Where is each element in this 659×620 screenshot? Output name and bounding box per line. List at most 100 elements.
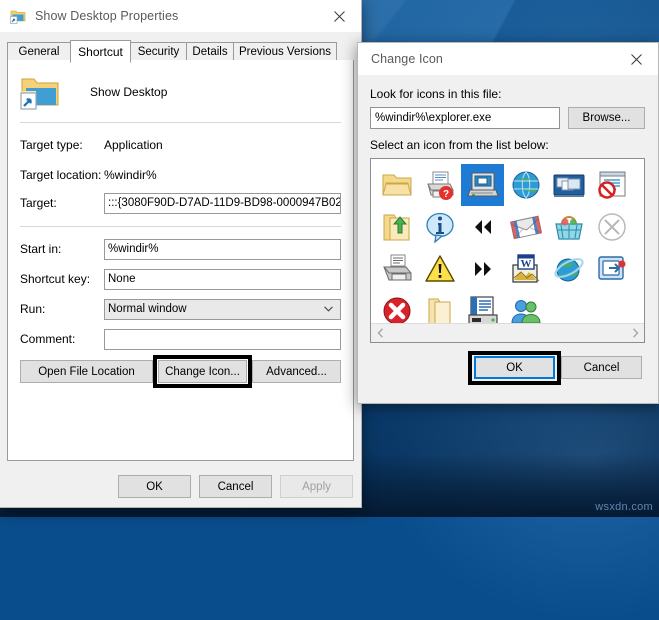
field-shortcut-key[interactable]: Shortcut key: None	[20, 268, 341, 290]
field-value: Application	[104, 138, 163, 152]
back-double-chevron-icon	[474, 220, 491, 234]
network-screens-icon	[553, 174, 584, 197]
tab-label: Shortcut	[78, 44, 123, 59]
icon-cell-printer-icon[interactable]	[375, 248, 418, 290]
open-file-location-button[interactable]: Open File Location	[20, 360, 153, 383]
divider	[20, 226, 341, 227]
computer-icon	[466, 172, 499, 197]
start-in-input[interactable]: %windir%	[104, 238, 341, 260]
change-icon-cancel-button[interactable]: Cancel	[561, 356, 642, 379]
log-off-icon	[597, 256, 625, 280]
svg-text:?: ?	[442, 189, 448, 200]
button-label: Advanced...	[266, 365, 327, 378]
field-start-in[interactable]: Start in: %windir%	[20, 238, 341, 260]
icon-cell-warning-triangle-icon[interactable]	[418, 248, 461, 290]
change-icon-button[interactable]: Change Icon...	[158, 360, 247, 383]
tab-shortcut[interactable]: Shortcut	[70, 40, 131, 63]
field-label: Run:	[20, 302, 46, 316]
properties-window-title: Show Desktop Properties	[35, 9, 179, 23]
icon-cell-delete-circle-icon[interactable]	[590, 206, 633, 248]
field-target-location: Target location: %windir%	[20, 164, 341, 186]
target-input[interactable]: :::{3080F90D-D7AD-11D9-BD98-0000947B0257…	[104, 192, 341, 214]
icon-list-horizontal-scrollbar[interactable]	[371, 323, 644, 342]
delete-circle-icon	[597, 213, 626, 241]
shopping-basket-icon	[554, 216, 583, 240]
browse-button[interactable]: Browse...	[568, 107, 645, 129]
button-label: Browse...	[582, 112, 631, 124]
divider	[20, 122, 341, 123]
svg-text:W: W	[520, 258, 531, 270]
folder-move-icon	[383, 214, 409, 241]
select-an-icon-label: Select an icon from the list below:	[370, 138, 549, 152]
advanced-button[interactable]: Advanced...	[252, 360, 341, 383]
button-label: OK	[146, 480, 163, 493]
shortcut-name-label: Show Desktop	[90, 85, 168, 99]
icon-cell-globe-orbit-icon[interactable]	[547, 248, 590, 290]
field-label: Target:	[20, 196, 57, 210]
icon-grid[interactable]: ? W	[371, 159, 644, 325]
button-label: Open File Location	[38, 365, 135, 378]
icon-cell-folder-open-icon[interactable]	[375, 164, 418, 206]
change-icon-window[interactable]: Change Icon Look for icons in this file:…	[357, 42, 659, 404]
tab-label: General	[18, 45, 60, 58]
comment-input[interactable]	[104, 328, 341, 350]
field-label: Start in:	[20, 242, 62, 256]
tab-general[interactable]: General	[7, 42, 71, 61]
chevron-down-icon[interactable]	[324, 300, 333, 319]
shortcut-tab-panel: Show Desktop Target type: Application Ta…	[7, 60, 354, 461]
window-blocked-icon	[597, 171, 625, 199]
button-label: Apply	[302, 480, 331, 493]
icon-cell-folder-move-icon[interactable]	[375, 206, 418, 248]
chevron-right-icon[interactable]	[626, 324, 644, 342]
icon-cell-globe-internet-icon[interactable]	[504, 164, 547, 206]
icon-cell-shopping-basket-icon[interactable]	[547, 206, 590, 248]
icon-cell-printer-help-icon[interactable]: ?	[418, 164, 461, 206]
properties-ok-button[interactable]: OK	[118, 475, 191, 498]
printer-icon	[382, 254, 411, 281]
shortcut-folder-icon	[10, 8, 26, 24]
mail-envelope-icon	[509, 215, 542, 240]
shortcut-header: Show Desktop	[20, 74, 167, 110]
change-icon-titlebar[interactable]: Change Icon	[358, 43, 658, 75]
icon-cell-window-blocked-icon[interactable]	[590, 164, 633, 206]
icon-cell-information-balloon-icon[interactable]	[418, 206, 461, 248]
tab-previous-versions[interactable]: Previous Versions	[233, 42, 337, 61]
properties-tabstrip[interactable]: General Shortcut Security Details Previo…	[7, 40, 354, 63]
close-icon[interactable]	[317, 0, 361, 32]
icon-cell-back-double-chevron-icon[interactable]	[461, 206, 504, 248]
tab-security[interactable]: Security	[130, 42, 187, 61]
close-icon[interactable]	[614, 43, 658, 75]
folder-open-icon	[381, 174, 412, 196]
change-icon-window-title: Change Icon	[371, 52, 443, 66]
icon-cell-forward-double-chevron-icon[interactable]	[461, 248, 504, 290]
information-balloon-icon	[425, 212, 454, 243]
shortcut-key-input[interactable]: None	[104, 268, 341, 290]
field-label: Comment:	[20, 332, 76, 346]
icon-cell-computer-icon[interactable]	[461, 164, 504, 206]
icon-listbox[interactable]: ? W	[370, 158, 645, 343]
icon-cell-mail-envelope-icon[interactable]	[504, 206, 547, 248]
properties-footer: OK Cancel Apply	[0, 465, 361, 507]
button-label: Cancel	[583, 361, 620, 374]
field-run[interactable]: Run: Normal window	[20, 298, 341, 320]
icon-file-input[interactable]: %windir%\explorer.exe	[370, 107, 560, 129]
field-comment[interactable]: Comment:	[20, 328, 341, 350]
word-document-icon: W	[511, 254, 539, 283]
warning-triangle-icon	[424, 255, 455, 282]
chevron-left-icon[interactable]	[371, 324, 389, 342]
button-label: Change Icon...	[165, 365, 240, 378]
tab-label: Details	[192, 45, 228, 58]
icon-cell-log-off-icon[interactable]	[590, 248, 633, 290]
run-select[interactable]: Normal window	[104, 298, 341, 320]
tab-details[interactable]: Details	[186, 42, 234, 61]
icon-cell-network-screens-icon[interactable]	[547, 164, 590, 206]
properties-titlebar[interactable]: Show Desktop Properties	[0, 0, 361, 32]
change-icon-ok-button[interactable]: OK	[474, 356, 555, 379]
icon-cell-word-document-icon[interactable]: W	[504, 248, 547, 290]
button-label: Cancel	[217, 480, 254, 493]
properties-cancel-button[interactable]: Cancel	[199, 475, 272, 498]
field-target[interactable]: Target: :::{3080F90D-D7AD-11D9-BD98-0000…	[20, 192, 341, 214]
look-for-icons-label: Look for icons in this file:	[370, 87, 502, 101]
show-desktop-properties-window[interactable]: Show Desktop Properties General Shortcut…	[0, 0, 362, 508]
field-label: Target type:	[20, 138, 83, 152]
